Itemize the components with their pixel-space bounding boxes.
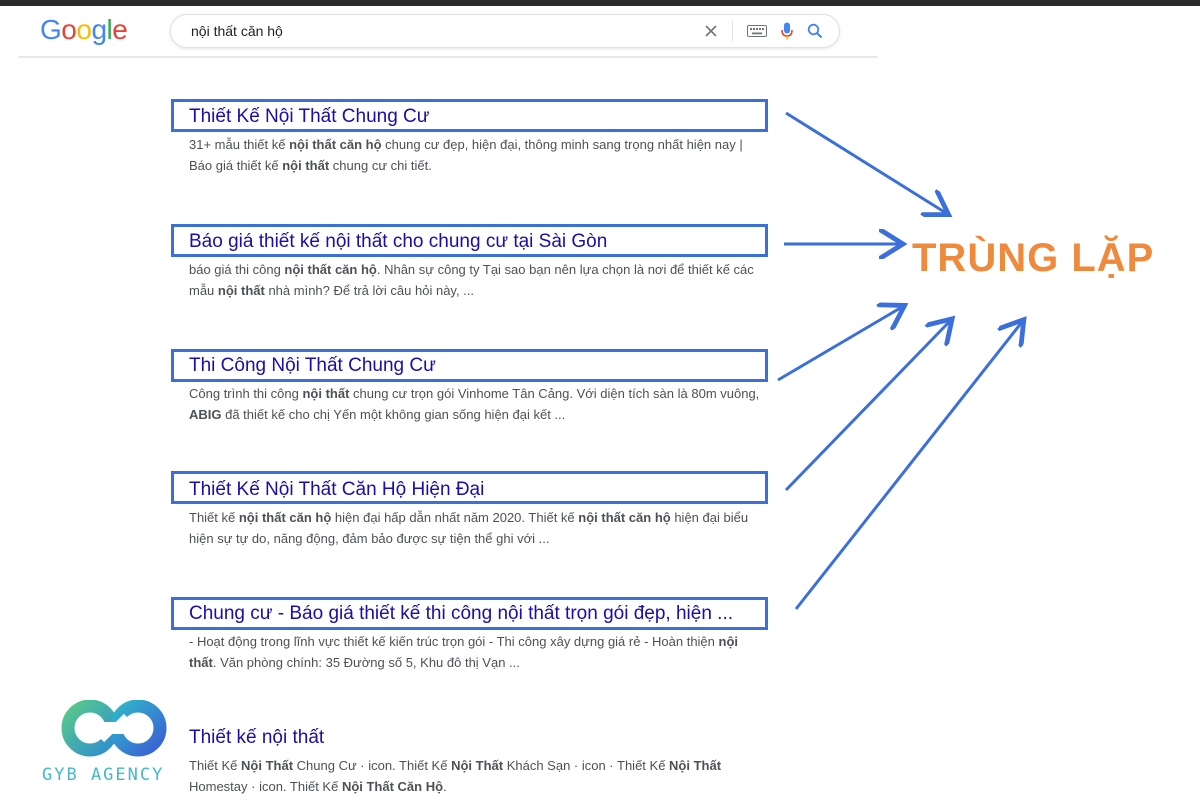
arrow-5 xyxy=(794,322,1022,610)
snippet-text: nhà mình? Để trả lời câu hỏi này, ... xyxy=(264,283,475,298)
result-title-link[interactable]: Chung cư - Báo giá thiết kế thi công nội… xyxy=(189,603,771,625)
snippet-text: chung cư trọn gói Vinhome Tân Cảng. Với … xyxy=(349,386,760,401)
snippet-text: Homestay · icon. Thiết Kế xyxy=(189,779,342,794)
result-snippet: Công trình thi công nội thất chung cư tr… xyxy=(189,383,769,425)
clear-icon[interactable] xyxy=(704,24,718,38)
result-snippet: Thiết kế nội thất căn hộ hiện đại hấp dẫ… xyxy=(189,507,769,549)
snippet-text: . xyxy=(443,779,447,794)
snippet-bold-text: Nội Thất xyxy=(451,758,504,773)
header-divider xyxy=(18,56,878,58)
result-snippet: 31+ mẫu thiết kế nội thất căn hộ chung c… xyxy=(189,134,769,176)
microphone-icon[interactable] xyxy=(781,22,793,40)
search-input[interactable]: nội thất căn hộ xyxy=(191,23,283,39)
result-snippet: báo giá thi công nội thất căn hộ. Nhân s… xyxy=(189,259,769,301)
snippet-bold-text: Nội Thất xyxy=(669,758,722,773)
snippet-text: Thiết kế xyxy=(189,510,239,525)
snippet-text: - Hoạt động trong lĩnh vực thiết kế kiến… xyxy=(189,634,719,649)
result-title-link[interactable]: Thiết kế nội thất xyxy=(189,727,771,749)
snippet-text: Chung Cư · icon. Thiết Kế xyxy=(293,758,452,773)
keyboard-icon[interactable] xyxy=(747,25,767,37)
logo-letter: o xyxy=(61,14,77,45)
search-result: Thi Công Nội Thất Chung Cư Công trình th… xyxy=(189,355,771,425)
logo-letter: e xyxy=(112,14,128,45)
duplicate-label: TRÙNG LẶP xyxy=(912,236,1155,280)
result-title-link[interactable]: Thiết Kế Nội Thất Căn Hộ Hiện Đại xyxy=(189,479,771,501)
arrow-4 xyxy=(784,321,950,492)
snippet-bold-text: nội thất xyxy=(282,158,330,173)
snippet-bold-text: nội thất xyxy=(217,283,265,298)
result-title-link[interactable]: Báo giá thiết kế nội thất cho chung cư t… xyxy=(189,231,771,253)
logo-letter: G xyxy=(40,14,62,45)
search-divider xyxy=(732,21,733,41)
search-result: Thiết Kế Nội Thất Căn Hộ Hiện Đại Thiết … xyxy=(189,479,771,549)
search-result: Chung cư - Báo giá thiết kế thi công nội… xyxy=(189,603,771,673)
result-snippet: Thiết Kế Nội Thất Chung Cư · icon. Thiết… xyxy=(189,755,769,797)
result-title-link[interactable]: Thi Công Nội Thất Chung Cư xyxy=(189,355,771,377)
snippet-bold-text: nội thất xyxy=(302,386,350,401)
search-box[interactable]: nội thất căn hộ xyxy=(170,14,840,48)
snippet-text: 31+ mẫu thiết kế xyxy=(189,137,290,152)
snippet-bold-text: ABIG xyxy=(189,407,222,422)
snippet-text: Khách Sạn · icon · Thiết Kế xyxy=(503,758,670,773)
snippet-bold-text: nội thất căn hộ xyxy=(238,510,332,525)
snippet-bold-text: Nội Thất Căn Hộ xyxy=(341,779,444,794)
result-title-link[interactable]: Thiết Kế Nội Thất Chung Cư xyxy=(189,106,771,128)
snippet-bold-text: Nội Thất xyxy=(241,758,294,773)
arrow-1 xyxy=(785,111,946,213)
logo-letter: o xyxy=(76,14,92,45)
search-result: Thiết kế nội thất Thiết Kế Nội Thất Chun… xyxy=(189,727,771,797)
search-result: Thiết Kế Nội Thất Chung Cư 31+ mẫu thiết… xyxy=(189,106,771,176)
snippet-text: . Văn phòng chính: 35 Đường số 5, Khu đô… xyxy=(212,655,520,670)
snippet-bold-text: nội thất căn hộ xyxy=(578,510,671,525)
search-icon[interactable] xyxy=(807,23,823,39)
window-top-bar xyxy=(0,0,1200,6)
logo-letter: g xyxy=(91,14,107,45)
snippet-text: hiện đại hấp dẫn nhất năm 2020. Thiết kế xyxy=(331,510,579,525)
snippet-text: Thiết Kế xyxy=(189,758,242,773)
google-logo[interactable]: Google xyxy=(40,14,128,46)
search-result: Báo giá thiết kế nội thất cho chung cư t… xyxy=(189,231,771,301)
snippet-text: chung cư chi tiết. xyxy=(329,158,432,173)
snippet-text: báo giá thi công xyxy=(189,262,285,277)
arrow-3 xyxy=(777,307,902,382)
result-snippet: - Hoạt động trong lĩnh vực thiết kế kiến… xyxy=(189,631,769,673)
snippet-text: đã thiết kế cho chị Yến một không gian s… xyxy=(221,407,566,422)
gyb-agency-text: GYB AGENCY xyxy=(42,765,165,785)
snippet-bold-text: nội thất căn hộ xyxy=(284,262,377,277)
snippet-text: Công trình thi công xyxy=(189,386,303,401)
snippet-bold-text: nội thất căn hộ xyxy=(289,137,382,152)
